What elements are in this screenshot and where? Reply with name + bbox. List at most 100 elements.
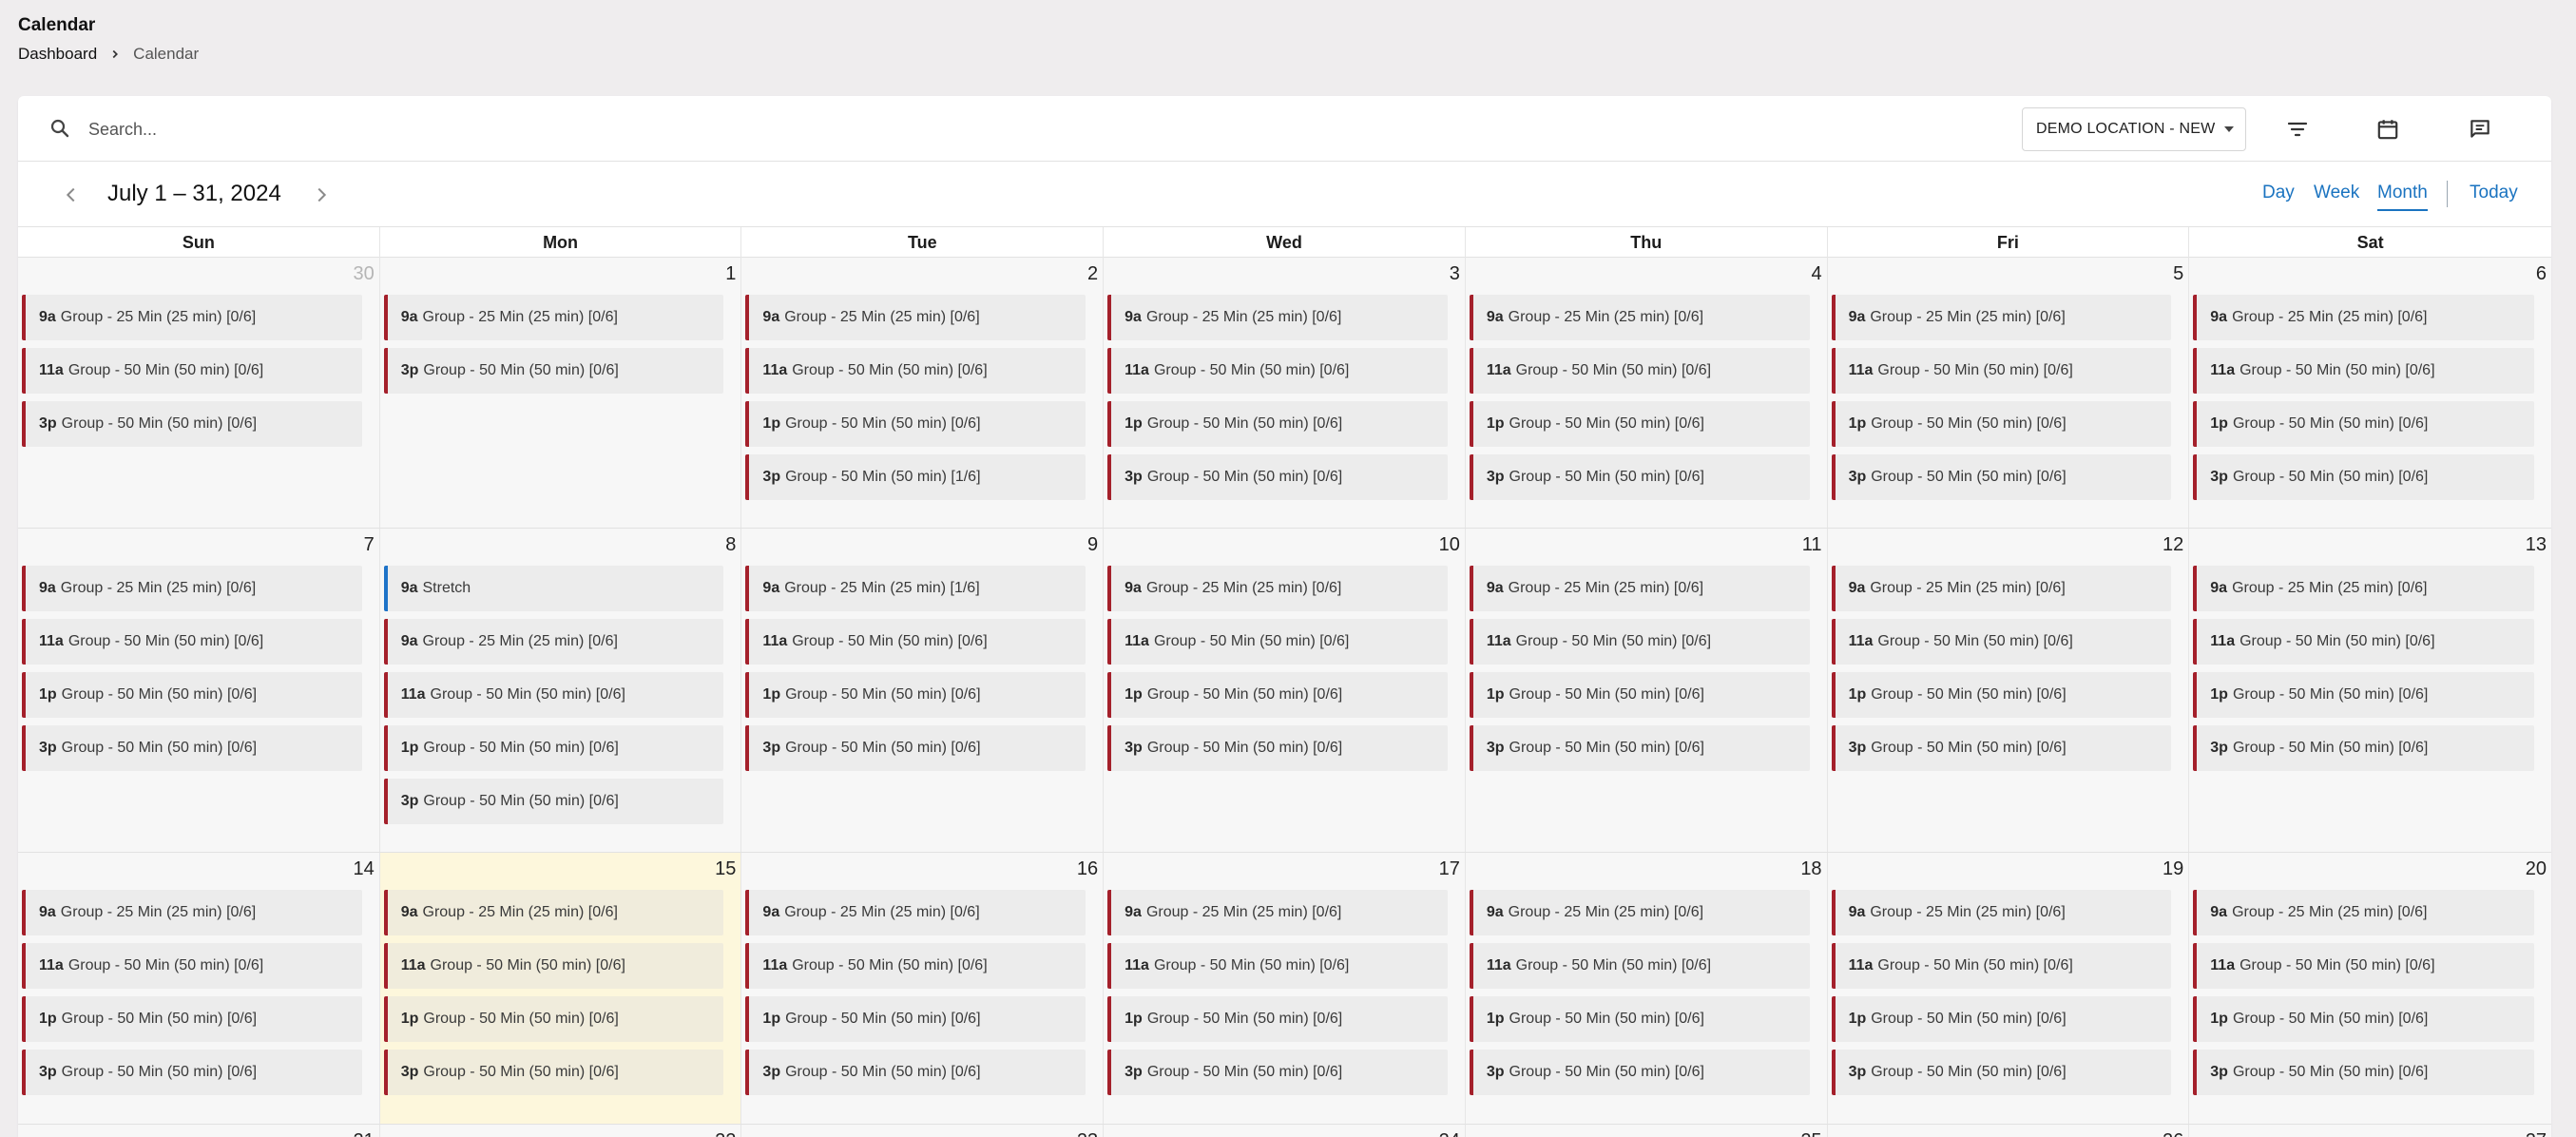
calendar-event[interactable]: 3p Group - 50 Min (50 min) [0/6] [1831,1050,2172,1095]
calendar-event[interactable]: 11a Group - 50 Min (50 min) [0/6] [1107,348,1448,394]
calendar-event[interactable]: 1p Group - 50 Min (50 min) [0/6] [745,672,1086,718]
calendar-event[interactable]: 11a Group - 50 Min (50 min) [0/6] [745,943,1086,989]
calendar-event[interactable]: 11a Group - 50 Min (50 min) [0/6] [383,672,724,718]
day-cell[interactable]: 19 9a Group - 25 Min (25 min) [0/6] 11a Grou… [1827,853,2190,1124]
day-cell[interactable]: 12 9a Group - 25 Min (25 min) [0/6] 11a Grou… [1827,529,2190,852]
day-cell[interactable]: 9 9a Group - 25 Min (25 min) [1/6] 11a Group… [741,529,1105,852]
view-tab-day[interactable]: Day [2262,183,2295,203]
calendar-event[interactable]: 3p Group - 50 Min (50 min) [0/6] [1831,725,2172,771]
calendar-event[interactable]: 3p Group - 50 Min (50 min) [0/6] [1469,1050,1810,1095]
view-tab-week[interactable]: Week [2314,183,2359,203]
day-cell[interactable]: 30 9a Group - 25 Min (25 min) [0/6] 11a Grou… [18,258,380,528]
calendar-event[interactable]: 1p Group - 50 Min (50 min) [0/6] [2193,996,2534,1042]
calendar-event[interactable]: 9a Group - 25 Min (25 min) [0/6] [1469,890,1810,935]
day-cell[interactable]: 13 9a Group - 25 Min (25 min) [0/6] 11a Grou… [2189,529,2551,852]
day-cell[interactable]: 21 [18,1125,380,1137]
calendar-event[interactable]: 1p Group - 50 Min (50 min) [0/6] [1107,401,1448,447]
calendar-event[interactable]: 3p Group - 50 Min (50 min) [0/6] [745,1050,1086,1095]
day-cell[interactable]: 23 [741,1125,1105,1137]
calendar-event[interactable]: 3p Group - 50 Min (50 min) [0/6] [383,779,724,824]
calendar-event[interactable]: 11a Group - 50 Min (50 min) [0/6] [22,943,362,989]
calendar-event[interactable]: 11a Group - 50 Min (50 min) [0/6] [1469,619,1810,665]
calendar-event[interactable]: 1p Group - 50 Min (50 min) [0/6] [1107,996,1448,1042]
calendar-picker-button[interactable] [2374,115,2402,144]
calendar-event[interactable]: 9a Group - 25 Min (25 min) [0/6] [745,890,1086,935]
calendar-event[interactable]: 9a Stretch [383,566,724,611]
calendar-event[interactable]: 9a Group - 25 Min (25 min) [0/6] [1469,566,1810,611]
day-cell[interactable]: 26 [1827,1125,2190,1137]
calendar-event[interactable]: 9a Group - 25 Min (25 min) [0/6] [2193,295,2534,340]
calendar-event[interactable]: 11a Group - 50 Min (50 min) [0/6] [2193,348,2534,394]
chevron-left-icon[interactable] [61,184,82,205]
calendar-event[interactable]: 1p Group - 50 Min (50 min) [0/6] [1469,401,1810,447]
calendar-event[interactable]: 1p Group - 50 Min (50 min) [0/6] [745,996,1086,1042]
calendar-event[interactable]: 9a Group - 25 Min (25 min) [0/6] [383,295,724,340]
calendar-event[interactable]: 11a Group - 50 Min (50 min) [0/6] [1469,943,1810,989]
calendar-event[interactable]: 3p Group - 50 Min (50 min) [0/6] [2193,1050,2534,1095]
calendar-event[interactable]: 1p Group - 50 Min (50 min) [0/6] [1469,672,1810,718]
calendar-event[interactable]: 11a Group - 50 Min (50 min) [0/6] [745,619,1086,665]
calendar-event[interactable]: 3p Group - 50 Min (50 min) [0/6] [1107,454,1448,500]
day-cell[interactable]: 6 9a Group - 25 Min (25 min) [0/6] 11a Group… [2189,258,2551,528]
calendar-event[interactable]: 11a Group - 50 Min (50 min) [0/6] [1107,619,1448,665]
calendar-event[interactable]: 9a Group - 25 Min (25 min) [0/6] [2193,890,2534,935]
calendar-event[interactable]: 11a Group - 50 Min (50 min) [0/6] [745,348,1086,394]
day-cell[interactable]: 27 [2189,1125,2551,1137]
calendar-event[interactable]: 3p Group - 50 Min (50 min) [0/6] [1469,454,1810,500]
calendar-event[interactable]: 9a Group - 25 Min (25 min) [0/6] [22,566,362,611]
calendar-event[interactable]: 9a Group - 25 Min (25 min) [0/6] [1469,295,1810,340]
day-cell[interactable]: 20 9a Group - 25 Min (25 min) [0/6] 11a Grou… [2189,853,2551,1124]
day-cell[interactable]: 8 9a Stretch 9a Group - 25 Min (25 min) [0/6… [379,529,742,852]
calendar-event[interactable]: 11a Group - 50 Min (50 min) [0/6] [22,348,362,394]
calendar-event[interactable]: 3p Group - 50 Min (50 min) [0/6] [383,348,724,394]
day-cell[interactable]: 10 9a Group - 25 Min (25 min) [0/6] 11a Grou… [1104,529,1466,852]
day-cell[interactable]: 3 9a Group - 25 Min (25 min) [0/6] 11a Group… [1104,258,1466,528]
today-button[interactable]: Today [2470,183,2518,203]
calendar-event[interactable]: 1p Group - 50 Min (50 min) [0/6] [745,401,1086,447]
chevron-right-icon[interactable] [311,184,332,205]
calendar-event[interactable]: 3p Group - 50 Min (50 min) [1/6] [745,454,1086,500]
calendar-event[interactable]: 3p Group - 50 Min (50 min) [0/6] [745,725,1086,771]
calendar-event[interactable]: 1p Group - 50 Min (50 min) [0/6] [22,672,362,718]
calendar-event[interactable]: 9a Group - 25 Min (25 min) [0/6] [1831,295,2172,340]
calendar-event[interactable]: 3p Group - 50 Min (50 min) [0/6] [1469,725,1810,771]
calendar-event[interactable]: 9a Group - 25 Min (25 min) [0/6] [1831,890,2172,935]
calendar-event[interactable]: 9a Group - 25 Min (25 min) [0/6] [1107,890,1448,935]
day-cell[interactable]: 17 9a Group - 25 Min (25 min) [0/6] 11a Grou… [1104,853,1466,1124]
calendar-event[interactable]: 9a Group - 25 Min (25 min) [0/6] [22,890,362,935]
calendar-event[interactable]: 11a Group - 50 Min (50 min) [0/6] [2193,619,2534,665]
calendar-event[interactable]: 11a Group - 50 Min (50 min) [0/6] [1469,348,1810,394]
calendar-event[interactable]: 1p Group - 50 Min (50 min) [0/6] [383,725,724,771]
calendar-event[interactable]: 9a Group - 25 Min (25 min) [0/6] [1107,295,1448,340]
day-cell[interactable]: 11 9a Group - 25 Min (25 min) [0/6] 11a Grou… [1465,529,1828,852]
day-cell[interactable]: 5 9a Group - 25 Min (25 min) [0/6] 11a Group… [1827,258,2190,528]
calendar-event[interactable]: 1p Group - 50 Min (50 min) [0/6] [1831,672,2172,718]
calendar-event[interactable]: 9a Group - 25 Min (25 min) [0/6] [383,890,724,935]
day-cell[interactable]: 14 9a Group - 25 Min (25 min) [0/6] 11a Grou… [18,853,380,1124]
calendar-event[interactable]: 11a Group - 50 Min (50 min) [0/6] [1831,943,2172,989]
calendar-event[interactable]: 3p Group - 50 Min (50 min) [0/6] [1107,725,1448,771]
messages-button[interactable] [2466,115,2494,144]
calendar-event[interactable]: 9a Group - 25 Min (25 min) [0/6] [745,295,1086,340]
search-input[interactable] [88,115,1039,144]
day-cell[interactable]: 22 [379,1125,742,1137]
calendar-event[interactable]: 1p Group - 50 Min (50 min) [0/6] [2193,672,2534,718]
calendar-event[interactable]: 11a Group - 50 Min (50 min) [0/6] [1831,619,2172,665]
calendar-event[interactable]: 9a Group - 25 Min (25 min) [0/6] [1831,566,2172,611]
day-cell[interactable]: 24 [1104,1125,1466,1137]
calendar-event[interactable]: 1p Group - 50 Min (50 min) [0/6] [383,996,724,1042]
location-select[interactable]: DEMO LOCATION - NEW [2022,107,2246,151]
breadcrumb-dashboard-link[interactable]: Dashboard [18,45,97,64]
calendar-event[interactable]: 11a Group - 50 Min (50 min) [0/6] [383,943,724,989]
calendar-event[interactable]: 3p Group - 50 Min (50 min) [0/6] [22,1050,362,1095]
calendar-event[interactable]: 1p Group - 50 Min (50 min) [0/6] [1469,996,1810,1042]
day-cell[interactable]: 7 9a Group - 25 Min (25 min) [0/6] 11a Group… [18,529,380,852]
calendar-event[interactable]: 9a Group - 25 Min (25 min) [0/6] [383,619,724,665]
calendar-event[interactable]: 11a Group - 50 Min (50 min) [0/6] [1107,943,1448,989]
calendar-event[interactable]: 11a Group - 50 Min (50 min) [0/6] [2193,943,2534,989]
calendar-event[interactable]: 3p Group - 50 Min (50 min) [0/6] [2193,725,2534,771]
calendar-event[interactable]: 1p Group - 50 Min (50 min) [0/6] [1107,672,1448,718]
calendar-event[interactable]: 3p Group - 50 Min (50 min) [0/6] [2193,454,2534,500]
calendar-event[interactable]: 3p Group - 50 Min (50 min) [0/6] [22,401,362,447]
calendar-event[interactable]: 11a Group - 50 Min (50 min) [0/6] [1831,348,2172,394]
